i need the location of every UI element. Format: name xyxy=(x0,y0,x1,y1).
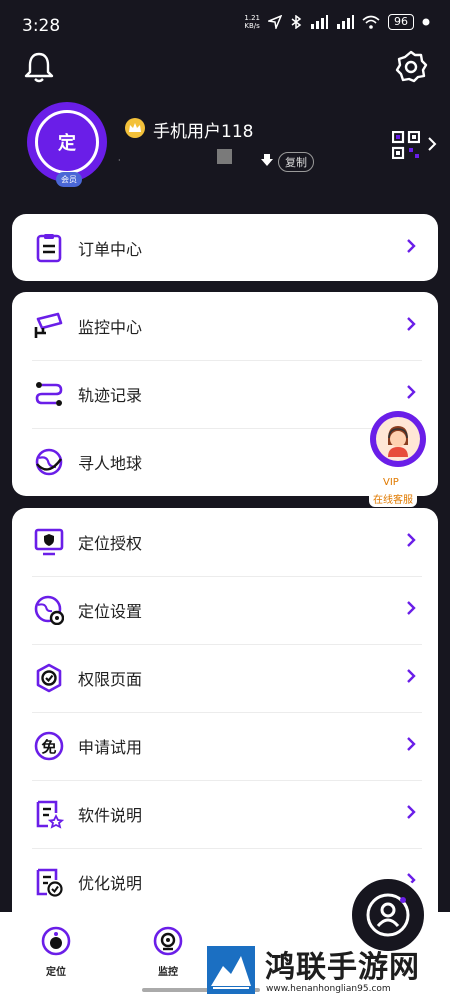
order-card: 订单中心 xyxy=(12,214,438,281)
net-speed: 1.21 KB/s xyxy=(244,14,260,30)
menu-item-location-auth[interactable]: 定位授权 xyxy=(12,508,438,576)
member-badge: 会员 xyxy=(56,172,82,187)
status-time: 3:28 xyxy=(22,16,61,36)
watermark-url: www.henanhonglian95.com xyxy=(266,984,391,994)
download-icon xyxy=(261,154,273,166)
menu-item-permissions[interactable]: 权限页面 xyxy=(12,644,438,712)
user-id-dot: · xyxy=(118,156,121,165)
menu-item-apply-trial[interactable]: 免 申请试用 xyxy=(12,712,438,780)
qr-code-icon[interactable] xyxy=(392,131,420,159)
service-agent-icon xyxy=(376,417,420,461)
globe-icon xyxy=(34,447,64,477)
menu-item-monitor-center[interactable]: 监控中心 xyxy=(12,292,438,360)
location-tab-icon xyxy=(41,926,71,956)
chevron-right-icon xyxy=(407,385,416,399)
copy-button[interactable]: 复制 xyxy=(278,152,314,172)
signal2-icon xyxy=(337,15,354,29)
avatar[interactable]: 定 xyxy=(27,102,107,182)
settings-card: 定位授权 定位设置 权限页面 免 申请试用 软件说明 优化说明 xyxy=(12,508,438,928)
charging-dot-icon xyxy=(422,18,430,26)
site-watermark: 鸿联手游网 www.henanhonglian95.com xyxy=(200,944,450,1001)
user-radar-icon xyxy=(366,893,410,937)
menu-item-label: 软件说明 xyxy=(78,806,143,825)
vip-label: VIP xyxy=(383,477,399,488)
crown-icon xyxy=(125,118,145,138)
masked-id-block xyxy=(217,149,232,164)
chevron-right-icon xyxy=(407,533,416,547)
monitor-tab-icon xyxy=(153,926,183,956)
chevron-right-icon xyxy=(407,239,416,253)
globe-gear-icon xyxy=(34,595,64,625)
settings-icon[interactable] xyxy=(394,50,428,84)
menu-item-label: 申请试用 xyxy=(78,738,143,757)
chevron-right-icon xyxy=(407,737,416,751)
camera-icon xyxy=(34,311,64,341)
bell-icon[interactable] xyxy=(22,50,56,84)
signal-icon xyxy=(311,15,328,29)
route-icon xyxy=(34,379,64,409)
menu-item-label: 优化说明 xyxy=(78,874,143,893)
watermark-logo-icon xyxy=(207,946,255,994)
doc-star-icon xyxy=(34,799,64,829)
nav-tab-label: 定位 xyxy=(46,967,66,978)
shield-monitor-icon xyxy=(34,527,64,557)
menu-item-location-settings[interactable]: 定位设置 xyxy=(12,576,438,644)
menu-item-label: 订单中心 xyxy=(78,239,143,259)
vip-service-button[interactable]: VIP 在线客服 xyxy=(369,411,430,511)
watermark-title: 鸿联手游网 xyxy=(265,950,420,985)
nav-tab-monitor[interactable]: 监控 xyxy=(138,926,198,978)
menu-item-label: 定位授权 xyxy=(78,534,143,553)
menu-item-label: 寻人地球 xyxy=(78,454,143,473)
status-icons: 1.21 KB/s 96 xyxy=(244,14,430,30)
battery-level: 96 xyxy=(388,14,414,30)
clipboard-icon xyxy=(34,233,64,263)
vip-subtitle: 在线客服 xyxy=(369,490,417,507)
status-bar: 3:28 1.21 KB/s 96 xyxy=(0,0,450,52)
chevron-right-icon xyxy=(407,669,416,683)
nav-tab-location[interactable]: 定位 xyxy=(26,926,86,978)
chevron-right-icon xyxy=(407,805,416,819)
menu-item-label: 定位设置 xyxy=(78,602,143,621)
menu-item-software-info[interactable]: 软件说明 xyxy=(12,780,438,848)
wifi-icon xyxy=(362,15,380,29)
menu-item-label: 权限页面 xyxy=(78,670,143,689)
menu-item-label: 轨迹记录 xyxy=(78,386,143,405)
bluetooth-icon xyxy=(291,15,302,29)
profile-chevron-icon[interactable] xyxy=(427,136,437,152)
location-icon xyxy=(268,15,282,29)
nav-tab-label: 监控 xyxy=(158,967,178,978)
svg-text:免: 免 xyxy=(41,738,56,756)
username: 手机用户118 xyxy=(153,122,254,142)
free-icon: 免 xyxy=(34,731,64,761)
vip-avatar xyxy=(370,411,426,467)
menu-item-order-center[interactable]: 订单中心 xyxy=(12,214,438,281)
doc-check-icon xyxy=(34,867,64,897)
avatar-text: 定 xyxy=(35,110,99,174)
chevron-right-icon xyxy=(407,601,416,615)
chevron-right-icon xyxy=(407,317,416,331)
menu-item-label: 监控中心 xyxy=(78,318,143,337)
check-badge-icon xyxy=(34,663,64,693)
